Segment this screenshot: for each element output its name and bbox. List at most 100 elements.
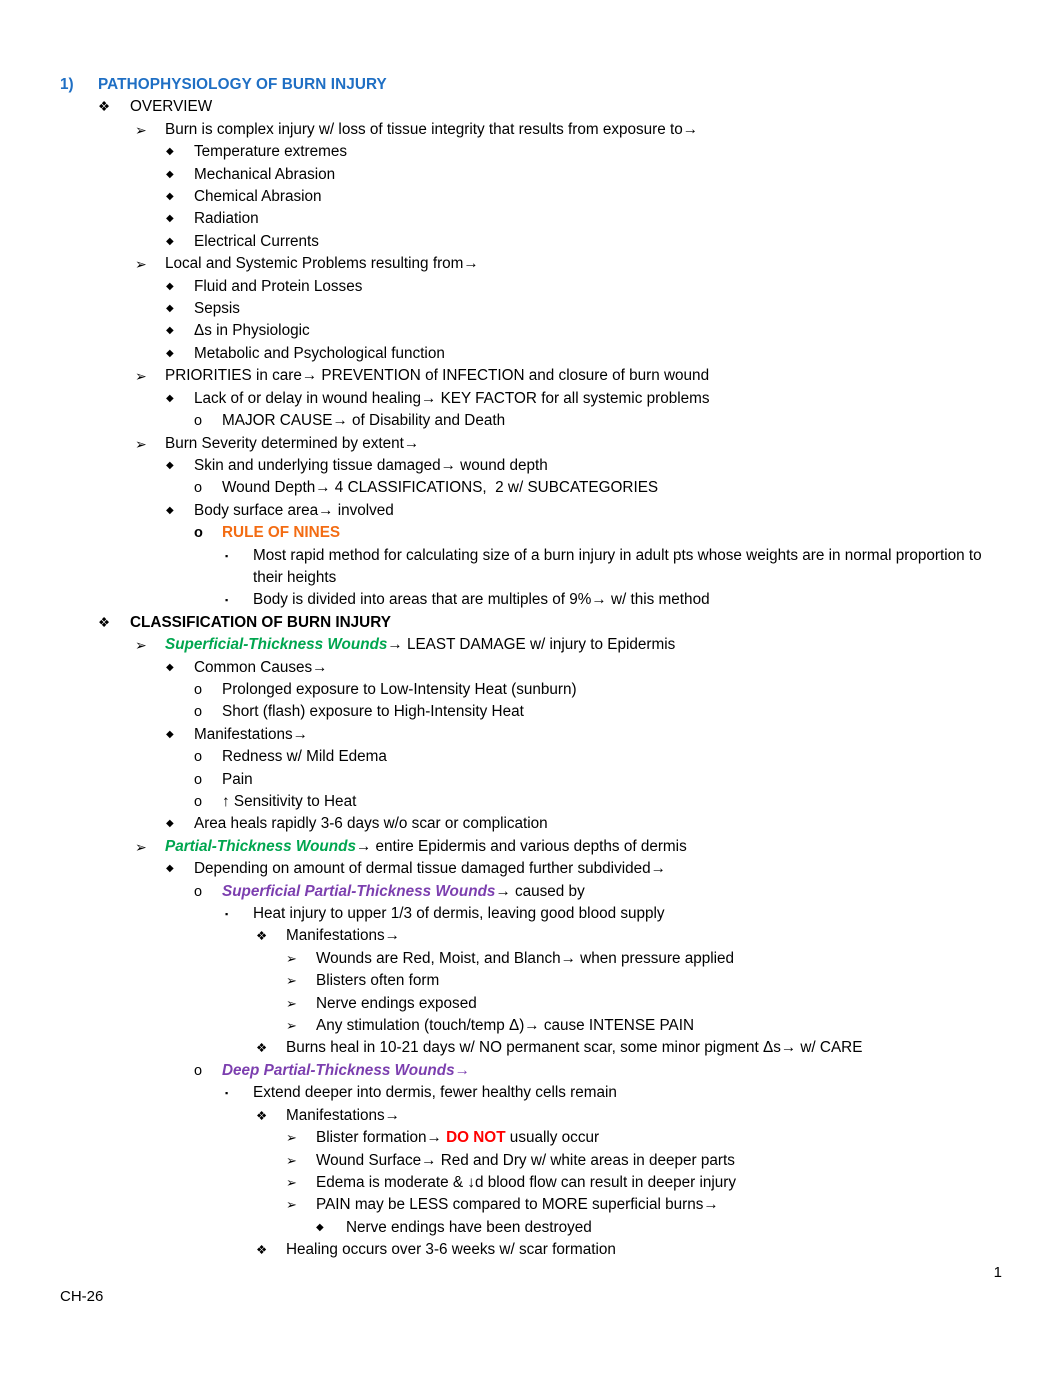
list-item: ◆ Skin and underlying tissue damaged→ wo… [60, 455, 1002, 477]
outline-item-overview: ❖ OVERVIEW [60, 96, 1002, 118]
manifestation-label: Blisters often form [316, 972, 440, 990]
manifestations-label: Manifestations→ [286, 927, 400, 945]
edema-text: Edema is moderate & ↓d blood flow can re… [316, 1173, 737, 1191]
body-surface-text: Body surface area→ involved [194, 501, 394, 519]
heat-injury-text: Heat injury to upper 1/3 of dermis, leav… [253, 905, 665, 923]
list-item: ◆ Radiation [60, 208, 1002, 230]
most-rapid-text: Most rapid method for calculating size o… [253, 546, 986, 586]
outline-item-local-systemic: ➢ Local and Systemic Problems resulting … [60, 253, 1002, 275]
list-item: ❖ Healing occurs over 3-6 weeks w/ scar … [60, 1239, 1002, 1261]
circle-bullet-icon: o [194, 794, 203, 810]
deep-partial-line: Deep Partial-Thickness Wounds→ [222, 1060, 1002, 1082]
superficial-partial-desc: → caused by [495, 882, 585, 900]
list-item: ➢ Blisters often form [60, 970, 1002, 992]
flower-bullet-icon: ❖ [256, 1041, 268, 1056]
skin-tissue-text: Skin and underlying tissue damaged→ woun… [194, 456, 548, 474]
outline-item-burn-severity: ➢ Burn Severity determined by extent→ [60, 433, 1002, 455]
list-item: o RULE OF NINES [60, 522, 1002, 544]
pain-text: PAIN may be LESS compared to MORE superf… [316, 1196, 719, 1214]
outline-item-partial-thickness: ➢ Partial-Thickness Wounds→ entire Epide… [60, 836, 1002, 858]
major-cause-text: MAJOR CAUSE→ of Disability and Death [222, 412, 506, 430]
list-item: ❖ Manifestations→ [60, 1105, 1002, 1127]
document-page: 1) PATHOPHYSIOLOGY OF BURN INJURY ❖ OVER… [0, 0, 1062, 1377]
body-divided-text: Body is divided into areas that are mult… [253, 591, 710, 609]
cause-label: Radiation [194, 210, 259, 228]
manifestation-label: Redness w/ Mild Edema [222, 748, 387, 766]
diamond-bullet-icon: ◆ [166, 168, 174, 180]
list-item: ◆ Lack of or delay in wound healing→ KEY… [60, 388, 1002, 410]
section-heading-classification: CLASSIFICATION OF BURN INJURY [130, 613, 391, 631]
list-item: o Wound Depth→ 4 CLASSIFICATIONS, 2 w/ S… [60, 477, 1002, 499]
outline-item-classification: ❖ CLASSIFICATION OF BURN INJURY [60, 612, 1002, 634]
list-item: ◆ Area heals rapidly 3-6 days w/o scar o… [60, 813, 1002, 835]
manifestation-label: Nerve endings exposed [316, 994, 477, 1012]
diamond-bullet-icon: ◆ [166, 325, 174, 337]
list-item: ➢ Wound Surface→ Red and Dry w/ white ar… [60, 1150, 1002, 1172]
blister-post-text: usually occur [505, 1129, 600, 1147]
arrow-bullet-icon: ➢ [286, 1018, 297, 1034]
list-item: ◆ Temperature extremes [60, 141, 1002, 163]
square-bullet-icon: ▪ [225, 595, 229, 606]
blister-formation-line: Blister formation→ DO NOT usually occur [316, 1127, 1002, 1149]
list-item: ◆ Mechanical Abrasion [60, 164, 1002, 186]
page-number: 1 [993, 1264, 1002, 1281]
list-item: ❖ Manifestations→ [60, 925, 1002, 947]
cause-label: Electrical Currents [194, 232, 319, 250]
circle-bullet-icon: o [194, 480, 203, 497]
list-item: ➢ Edema is moderate & ↓d blood flow can … [60, 1172, 1002, 1194]
deep-partial-healing-text: Healing occurs over 3-6 weeks w/ scar fo… [286, 1241, 616, 1259]
circle-bullet-icon: o [194, 413, 203, 430]
problem-label: Metabolic and Psychological function [194, 344, 445, 362]
diamond-bullet-icon: ◆ [166, 459, 174, 471]
arrow-bullet-icon: ➢ [286, 950, 297, 966]
blister-emphasis-text: DO NOT [446, 1129, 506, 1147]
wound-depth-text: Wound Depth→ 4 CLASSIFICATIONS, 2 w/ SUB… [222, 479, 659, 497]
deep-partial-desc: → [454, 1061, 470, 1079]
flower-bullet-icon: ❖ [256, 929, 268, 944]
section-heading-overview: OVERVIEW [130, 98, 213, 116]
circle-bullet-icon: o [194, 681, 203, 698]
footer-chapter-label: CH-26 [60, 1288, 104, 1305]
list-item: ➢ PAIN may be LESS compared to MORE supe… [60, 1194, 1002, 1216]
arrow-bullet-icon: ➢ [135, 435, 147, 452]
superficial-cause-label: Prolonged exposure to Low-Intensity Heat… [222, 680, 577, 698]
diamond-bullet-icon: ◆ [166, 191, 174, 203]
diamond-bullet-icon: ◆ [166, 504, 174, 516]
diamond-bullet-icon: ◆ [316, 1221, 324, 1233]
manifestation-label: ↑ Sensitivity to Heat [222, 793, 357, 810]
diamond-bullet-icon: ◆ [166, 213, 174, 225]
diamond-bullet-icon: ◆ [166, 392, 174, 404]
list-item: ◆ Chemical Abrasion [60, 186, 1002, 208]
diamond-bullet-icon: ◆ [166, 661, 174, 673]
outline-item-deep-partial: o Deep Partial-Thickness Wounds→ [60, 1060, 1002, 1082]
arrow-bullet-icon: ➢ [286, 973, 297, 989]
problem-label: Fluid and Protein Losses [194, 277, 363, 295]
list-item: ◆ Nerve endings have been destroyed [60, 1217, 1002, 1239]
arrow-bullet-icon: ➢ [135, 256, 147, 273]
list-item: ◆ Manifestations→ [60, 724, 1002, 746]
superficial-healing-text: Area heals rapidly 3-6 days w/o scar or … [194, 815, 548, 833]
list-item: ◆ Fluid and Protein Losses [60, 276, 1002, 298]
list-item: o Prolonged exposure to Low-Intensity He… [60, 679, 1002, 701]
partial-thickness-desc: → entire Epidermis and various depths of… [355, 837, 687, 855]
list-item: ▪ Body is divided into areas that are mu… [60, 589, 1002, 611]
list-item: o ↑ Sensitivity to Heat [60, 791, 1002, 813]
list-item: ▪ Heat injury to upper 1/3 of dermis, le… [60, 903, 1002, 925]
manifestation-label: Pain [222, 770, 253, 788]
diamond-bullet-icon: ◆ [166, 347, 174, 359]
problem-label: Sepsis [194, 300, 240, 318]
circle-bullet-icon: o [194, 525, 203, 542]
superficial-cause-label: Short (flash) exposure to High-Intensity… [222, 703, 524, 721]
list-item: ➢ Any stimulation (touch/temp Δ)→ cause … [60, 1015, 1002, 1037]
outline-item-title: 1) PATHOPHYSIOLOGY OF BURN INJURY [60, 74, 1002, 96]
priorities-text: PRIORITIES in care→ PREVENTION of INFECT… [165, 367, 710, 385]
flower-bullet-icon: ❖ [98, 614, 111, 630]
wound-surface-text: Wound Surface→ Red and Dry w/ white area… [316, 1151, 735, 1169]
cause-label: Mechanical Abrasion [194, 165, 336, 183]
diamond-bullet-icon: ◆ [166, 863, 174, 875]
list-item: o MAJOR CAUSE→ of Disability and Death [60, 410, 1002, 432]
arrow-bullet-icon: ➢ [286, 1174, 297, 1190]
arrow-bullet-icon: ➢ [135, 368, 147, 385]
extend-deeper-text: Extend deeper into dermis, fewer healthy… [253, 1084, 617, 1102]
arrow-bullet-icon: ➢ [286, 1152, 297, 1168]
